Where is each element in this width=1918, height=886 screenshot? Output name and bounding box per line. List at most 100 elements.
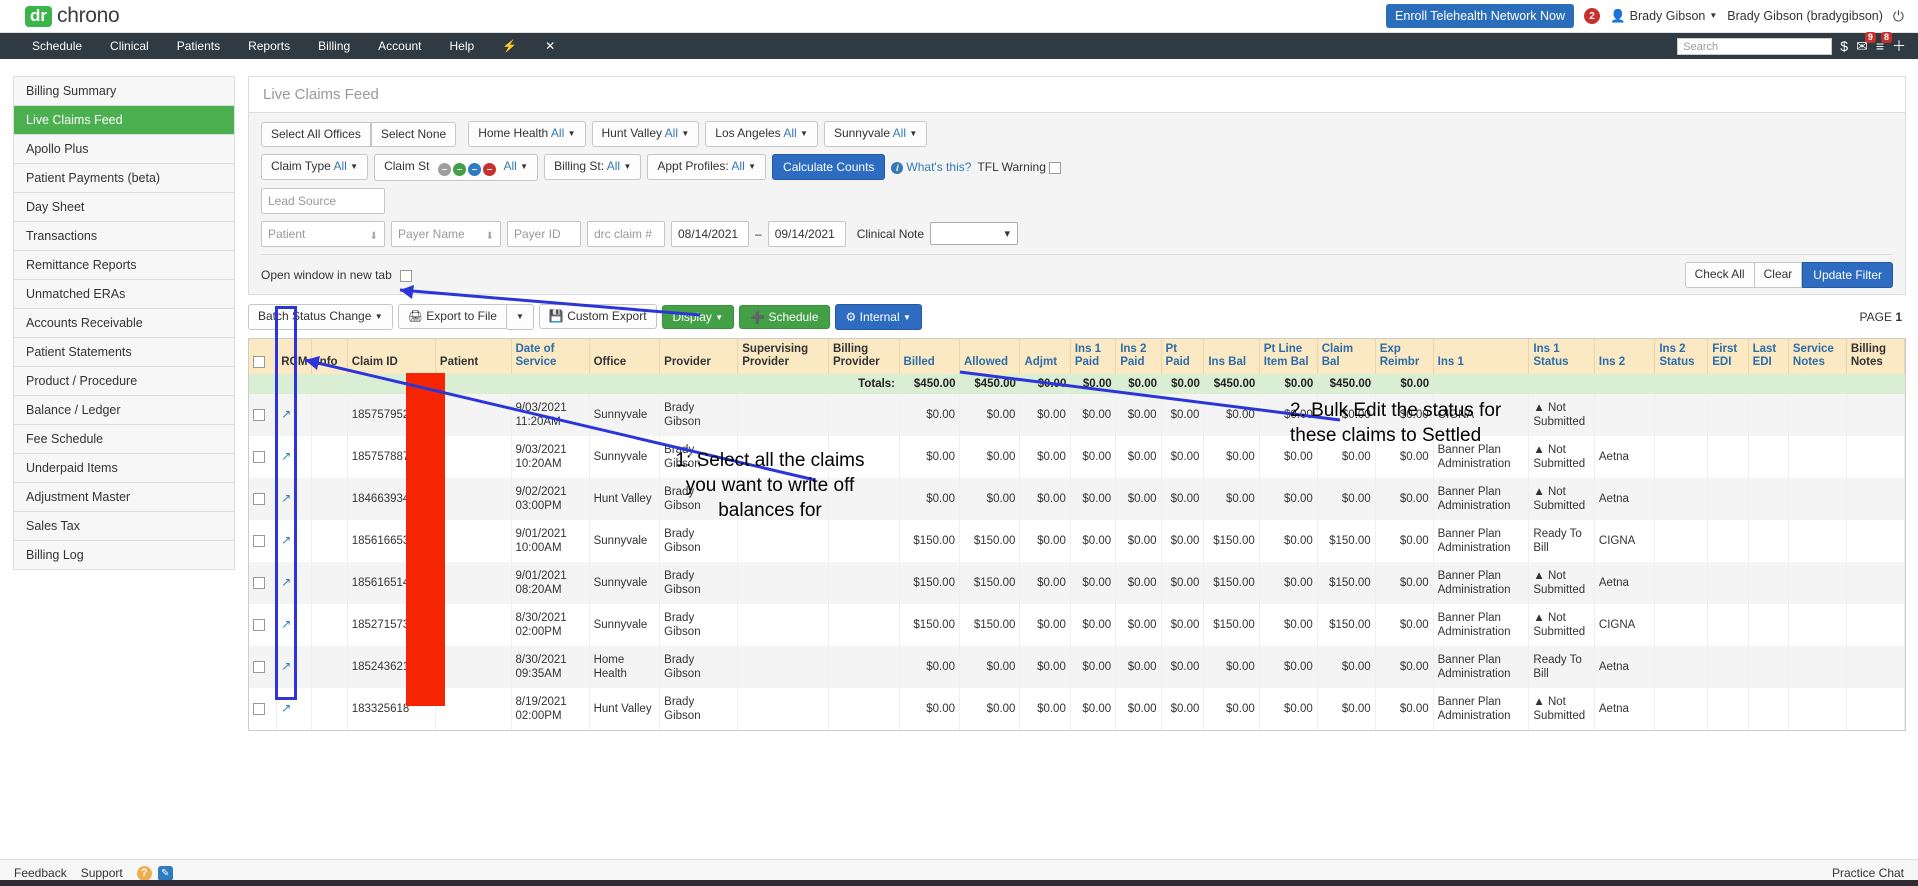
column-header-ins-1-status[interactable]: Ins 1 Status	[1528, 338, 1595, 374]
column-header-ins-2[interactable]: Ins 2	[1594, 338, 1656, 374]
enroll-telehealth-button[interactable]: Enroll Telehealth Network Now	[1386, 4, 1575, 28]
sidebar-item-unmatched-eras[interactable]: Unmatched ERAs	[14, 280, 234, 309]
tfl-warning-checkbox[interactable]	[1049, 162, 1062, 175]
nav-item-billing[interactable]: Billing	[304, 33, 364, 59]
nav-item-clinical[interactable]: Clinical	[96, 33, 163, 59]
row-claim-id[interactable]: 183325618	[347, 687, 436, 730]
plus-icon[interactable]: ＋	[1892, 36, 1906, 56]
clear-button[interactable]: Clear	[1754, 261, 1803, 288]
office-filter-hunt-valley[interactable]: Hunt Valley All ▼	[591, 121, 700, 147]
office-filter-sunnyvale[interactable]: Sunnyvale All ▼	[823, 121, 928, 147]
office-filter-los-angeles[interactable]: Los Angeles All ▼	[705, 121, 818, 147]
sidebar-item-fee-schedule[interactable]: Fee Schedule	[14, 425, 234, 454]
row-select-checkbox[interactable]	[253, 408, 265, 421]
sidebar-item-apollo-plus[interactable]: Apollo Plus	[14, 135, 234, 164]
column-header-first-edi[interactable]: First EDI	[1707, 338, 1749, 374]
row-date-of-service[interactable]: 9/03/2021 11:20AM	[511, 393, 590, 436]
claim-type-filter[interactable]: Claim Type All ▼	[261, 154, 369, 181]
nav-item-reports[interactable]: Reports	[234, 33, 304, 59]
nav-item-help[interactable]: Help	[436, 33, 489, 59]
billing-status-filter[interactable]: Billing St: All ▼	[544, 154, 642, 181]
column-header-pt-paid[interactable]: Pt Paid	[1161, 338, 1205, 374]
payer-name-select[interactable]: Payer Name ⬇	[391, 220, 501, 247]
question-icon[interactable]: ?	[136, 865, 152, 881]
column-header-office[interactable]: Office	[589, 338, 661, 374]
open-new-tab-checkbox[interactable]	[400, 269, 413, 282]
column-header-billing-notes[interactable]: Billing Notes	[1846, 338, 1905, 374]
select-none-button[interactable]: Select None	[370, 121, 457, 147]
select-all-rows-checkbox[interactable]	[253, 355, 265, 368]
drchrono-logo[interactable]: dr chrono	[25, 4, 120, 28]
column-header-supervising-provider[interactable]: Supervising Provider	[737, 338, 829, 374]
column-header-claim-id[interactable]: Claim ID	[347, 338, 436, 374]
display-button[interactable]: Display ▼	[661, 304, 735, 329]
row-date-of-service[interactable]: 8/30/2021 09:35AM	[511, 645, 590, 688]
row-select-checkbox[interactable]	[253, 534, 265, 547]
row-date-of-service[interactable]: 8/19/2021 02:00PM	[511, 687, 590, 730]
sidebar-item-balance-ledger[interactable]: Balance / Ledger	[14, 396, 234, 425]
row-select-checkbox[interactable]	[253, 618, 265, 631]
column-header-patient[interactable]: Patient	[435, 338, 512, 374]
row-date-of-service[interactable]: 9/03/2021 10:20AM	[511, 435, 590, 478]
column-header-ins-2-status[interactable]: Ins 2 Status	[1654, 338, 1709, 374]
column-header-date-of-service[interactable]: Date of Service	[511, 338, 590, 374]
claim-status-filter[interactable]: Claim St All ▼	[374, 154, 539, 181]
column-header-ins-1-paid[interactable]: Ins 1 Paid	[1070, 338, 1117, 374]
row-select-checkbox[interactable]	[253, 492, 265, 505]
user-dropdown[interactable]: 👤 Brady Gibson ▼	[1610, 9, 1717, 24]
row-select-checkbox[interactable]	[253, 660, 265, 673]
row-date-of-service[interactable]: 8/30/2021 02:00PM	[511, 603, 590, 646]
payer-id-input[interactable]: Payer ID	[507, 220, 581, 247]
row-claim-id[interactable]: 185757887	[347, 435, 436, 478]
sidebar-item-adjustment-master[interactable]: Adjustment Master	[14, 483, 234, 512]
clinical-note-select[interactable]: ▾	[930, 222, 1019, 246]
column-header-provider[interactable]: Provider	[659, 338, 739, 374]
row-claim-id[interactable]: 184663934	[347, 477, 436, 520]
table-row[interactable]: ↗ 185243621 8/30/2021 09:35AM Home Health Bra…	[249, 645, 1905, 688]
column-header-allowed[interactable]: Allowed	[959, 338, 1021, 374]
column-header-billing-provider[interactable]: Billing Provider	[828, 338, 900, 374]
schedule-button[interactable]: ➕ Schedule	[739, 304, 830, 329]
practice-chat-link[interactable]: Practice Chat	[1832, 866, 1904, 880]
export-dropdown-button[interactable]: ▼	[506, 303, 534, 330]
column-header-ins-bal[interactable]: Ins Bal	[1203, 338, 1260, 374]
column-header-adjmt[interactable]: Adjmt	[1019, 338, 1071, 374]
row-claim-id[interactable]: 185616653	[347, 519, 436, 562]
column-header-claim-bal[interactable]: Claim Bal	[1317, 338, 1376, 374]
row-select-checkbox[interactable]	[253, 576, 265, 589]
table-row[interactable]: ↗ 185616514 9/01/2021 08:20AM Sunnyvale Brady…	[249, 561, 1905, 604]
sidebar-item-product-procedure[interactable]: Product / Procedure	[14, 367, 234, 396]
share-icon[interactable]: ↗	[281, 659, 291, 673]
table-row[interactable]: ↗ 183325618 8/19/2021 02:00PM Hunt Valley Bra…	[249, 687, 1905, 730]
sidebar-item-accounts-receivable[interactable]: Accounts Receivable	[14, 309, 234, 338]
internal-button[interactable]: ⚙ Internal ▼	[834, 303, 922, 330]
table-row[interactable]: ↗ 184663934 9/02/2021 03:00PM Hunt Valley Bra…	[249, 477, 1905, 520]
row-claim-id[interactable]: 185757952	[347, 393, 436, 436]
row-select-checkbox[interactable]	[253, 702, 265, 715]
sidebar-item-patient-statements[interactable]: Patient Statements	[14, 338, 234, 367]
column-header-last-edi[interactable]: Last EDI	[1748, 338, 1789, 374]
row-select-checkbox[interactable]	[253, 450, 265, 463]
batch-status-change-button[interactable]: Batch Status Change ▼	[248, 303, 393, 330]
search-input[interactable]: Search	[1677, 37, 1833, 55]
power-icon[interactable]: ⏻	[1893, 8, 1904, 25]
export-to-file-button[interactable]: 🖨 Export to File	[397, 304, 507, 330]
column-header-pt-line-item-bal[interactable]: Pt Line Item Bal	[1259, 338, 1318, 374]
share-icon[interactable]: ↗	[281, 575, 291, 589]
column-header-billed[interactable]: Billed	[899, 338, 960, 374]
sidebar-item-live-claims-feed[interactable]: Live Claims Feed	[14, 106, 234, 135]
table-row[interactable]: ↗ 185757952 9/03/2021 11:20AM Sunnyvale Brady…	[249, 393, 1905, 436]
list-icon[interactable]: ≡ 8	[1876, 32, 1892, 54]
close-icon[interactable]: ✕	[531, 33, 569, 59]
table-row[interactable]: ↗ 185616653 9/01/2021 10:00AM Sunnyvale Brady…	[249, 519, 1905, 562]
date-from-input[interactable]: 08/14/2021	[671, 220, 749, 247]
date-to-input[interactable]: 09/14/2021	[767, 220, 846, 247]
sidebar-item-sales-tax[interactable]: Sales Tax	[14, 512, 234, 541]
check-all-button[interactable]: Check All	[1684, 261, 1755, 288]
envelope-icon[interactable]: ✉ 9	[1856, 31, 1876, 55]
table-row[interactable]: ↗ 185757887 9/03/2021 10:20AM Sunnyvale Brady…	[249, 435, 1905, 478]
row-date-of-service[interactable]: 9/01/2021 10:00AM	[511, 519, 590, 562]
nav-item-account[interactable]: Account	[364, 33, 435, 59]
sidebar-item-billing-summary[interactable]: Billing Summary	[14, 77, 234, 106]
nav-item-schedule[interactable]: Schedule	[18, 33, 96, 59]
